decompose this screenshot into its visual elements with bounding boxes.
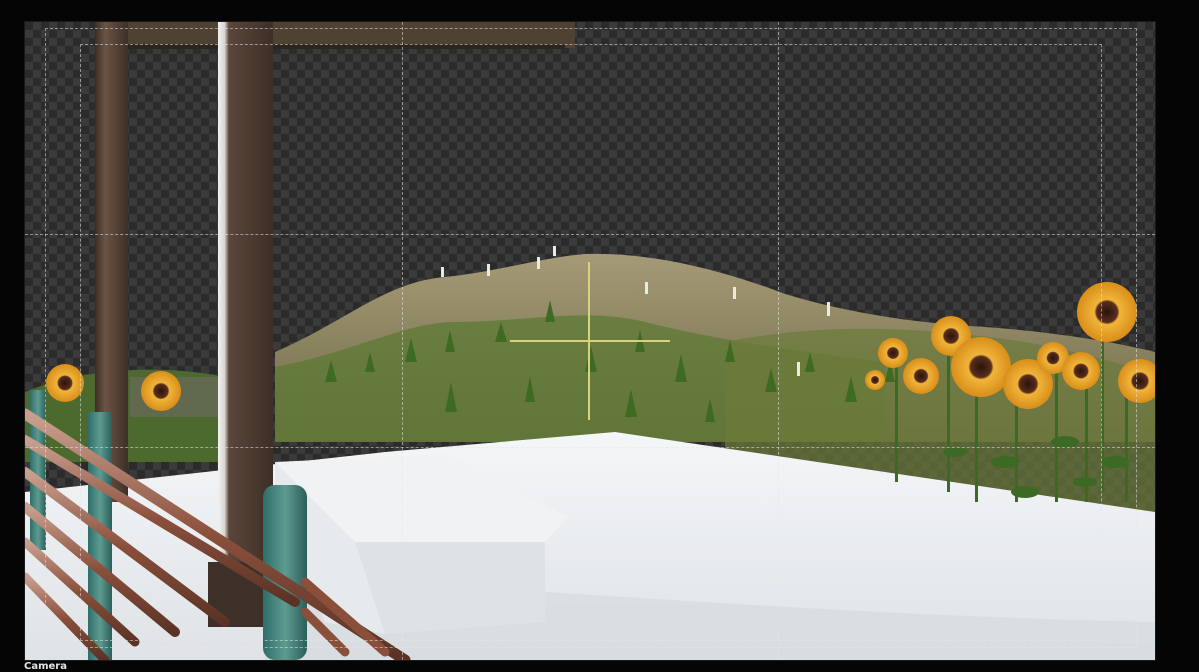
thirds-guide-vertical-2 [778,22,779,660]
thirds-guide-horizontal-2 [25,447,1155,448]
thirds-guide-horizontal-1 [25,234,1155,235]
crosshair-vertical [588,262,590,420]
camera-name-label: Camera [24,661,67,672]
render-viewport[interactable]: Camera [0,0,1199,672]
thirds-guide-vertical-1 [402,22,403,660]
crosshair-horizontal [510,340,670,342]
camera-view[interactable] [24,21,1156,661]
